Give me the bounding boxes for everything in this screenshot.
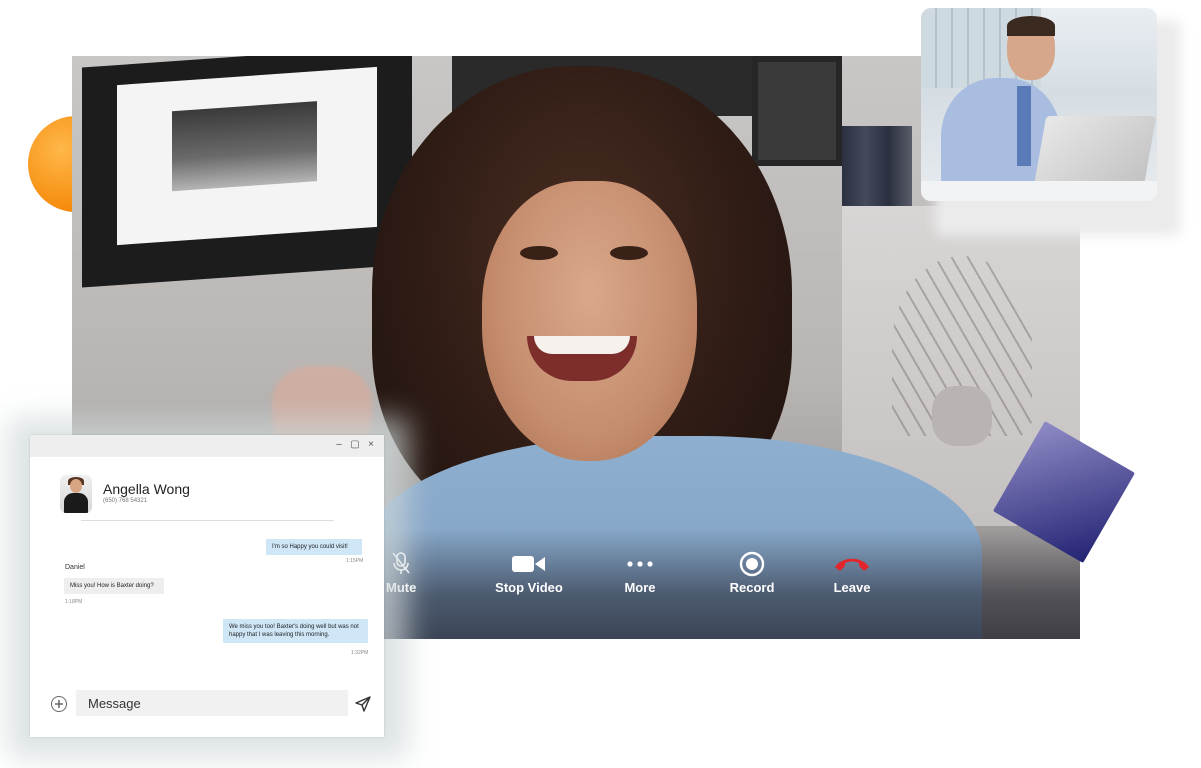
participant-eye [610, 246, 648, 260]
caller-tie [1017, 86, 1031, 166]
hang-up-icon [822, 550, 882, 578]
maximize-button[interactable]: ▢ [350, 440, 360, 450]
chat-titlebar: – ▢ × [30, 435, 384, 457]
wall-picture-frame [82, 56, 412, 288]
message-bubble-outgoing: We miss you too! Baxter's doing well but… [223, 619, 368, 643]
participant-eye [520, 246, 558, 260]
more-button[interactable]: More [610, 550, 670, 595]
self-view-video[interactable] [921, 8, 1157, 201]
avatar [60, 475, 92, 513]
wall-picture-frame [752, 56, 842, 166]
vase [932, 386, 992, 446]
stop-video-label: Stop Video [495, 580, 563, 595]
stop-video-button[interactable]: Stop Video [484, 550, 574, 595]
divider [81, 520, 334, 521]
more-dots-icon [610, 550, 670, 578]
leave-button[interactable]: Leave [822, 550, 882, 595]
leave-label: Leave [833, 580, 871, 595]
send-icon[interactable] [355, 696, 371, 712]
participant-teeth [534, 336, 630, 354]
message-timestamp: 1:15PM [346, 558, 364, 564]
record-label: Record [729, 580, 775, 595]
desk [921, 181, 1157, 201]
message-timestamp: 1:32PM [351, 650, 369, 656]
add-attachment-icon[interactable] [51, 696, 67, 712]
message-bubble-incoming: Miss you! How is Baxter doing? [64, 578, 164, 594]
caller-hair [1007, 16, 1055, 36]
record-button[interactable]: Record [722, 550, 782, 595]
video-camera-icon [484, 550, 574, 578]
close-button[interactable]: × [366, 440, 376, 450]
message-bubble-outgoing: I'm so Happy you could visit! [266, 539, 362, 555]
message-sender: Daniel [65, 564, 85, 571]
minimize-button[interactable]: – [334, 440, 344, 450]
message-input[interactable]: Message [76, 690, 348, 716]
participant-face [482, 181, 697, 461]
contact-name: Angella Wong [103, 481, 190, 497]
bookshelf [842, 126, 912, 206]
contact-phone: (650) 768 54321 [103, 498, 148, 504]
message-timestamp: 1:18PM [65, 599, 83, 605]
more-label: More [624, 580, 656, 595]
chat-window: – ▢ × Angella Wong (650) 768 54321 I'm s… [30, 435, 384, 737]
record-icon [722, 550, 782, 578]
